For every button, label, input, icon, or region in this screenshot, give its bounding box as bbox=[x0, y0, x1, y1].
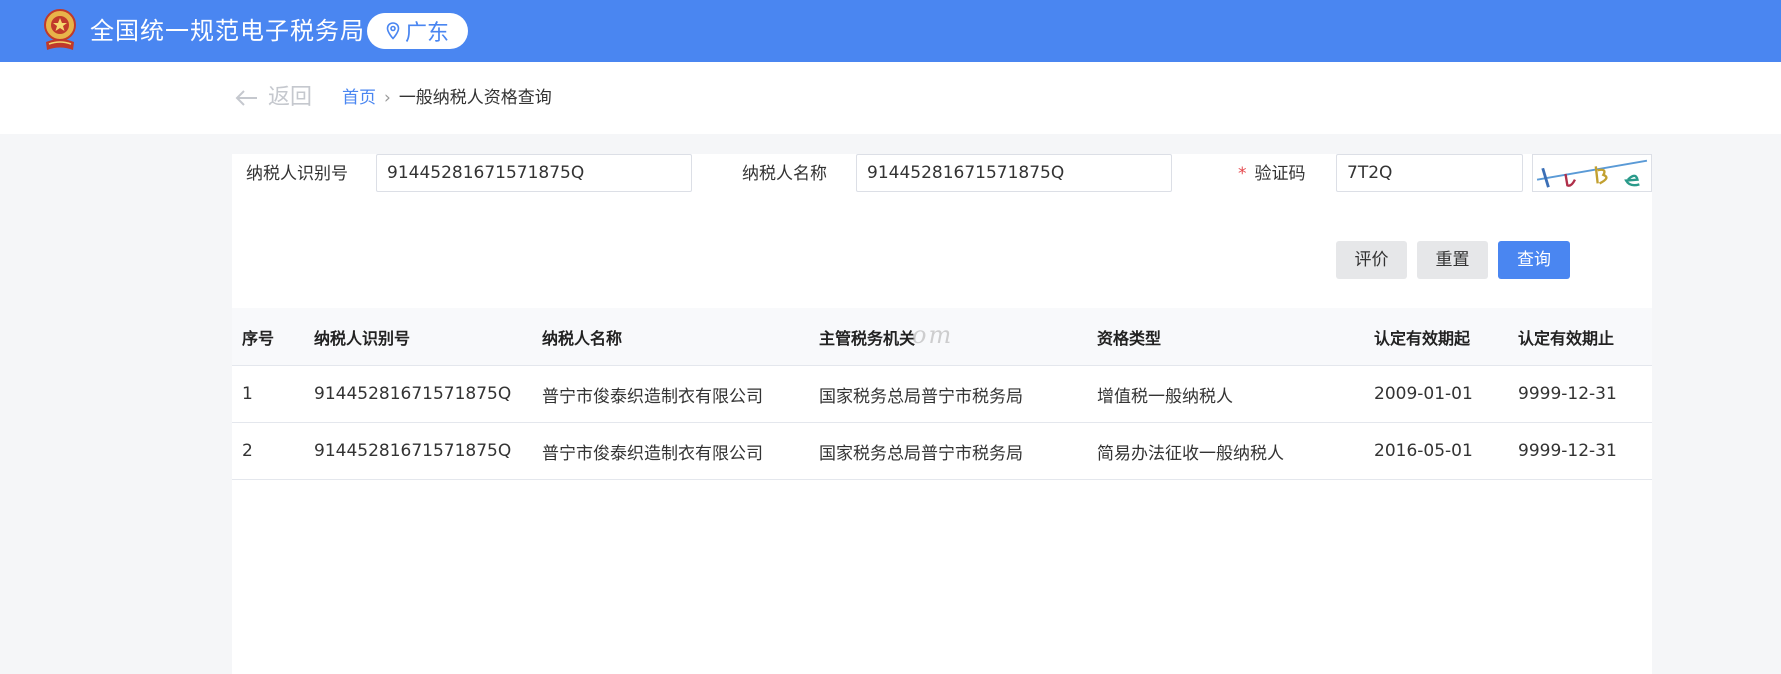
table-row[interactable]: 1 91445281671571875Q 普宁市俊泰织造制衣有限公司 国家税务总… bbox=[232, 366, 1652, 423]
top-bar: 全国统一规范电子税务局 广东 bbox=[0, 0, 1781, 62]
region-selector[interactable]: 广东 bbox=[367, 13, 468, 49]
table-cell: 2 bbox=[242, 441, 253, 461]
arrow-left-icon bbox=[235, 90, 257, 106]
taxpayer-name-label: 纳税人名称 bbox=[742, 164, 827, 184]
table-row[interactable]: 2 91445281671571875Q 普宁市俊泰织造制衣有限公司 国家税务总… bbox=[232, 423, 1652, 480]
table-cell: 简易办法征收一般纳税人 bbox=[1097, 443, 1284, 464]
column-header: 主管税务机关 bbox=[819, 328, 916, 348]
captcha-label-text: 验证码 bbox=[1254, 164, 1306, 184]
table-header: 序号 纳税人识别号 纳税人名称 主管税务机关 资格类型 认定有效期起 认定有效期… bbox=[232, 308, 1652, 366]
table-cell: 2009-01-01 bbox=[1374, 384, 1473, 404]
column-header: 序号 bbox=[242, 328, 275, 348]
captcha-image[interactable] bbox=[1532, 154, 1652, 192]
column-header: 纳税人名称 bbox=[542, 328, 623, 348]
query-button[interactable]: 查询 bbox=[1498, 241, 1570, 279]
captcha-input[interactable] bbox=[1336, 154, 1523, 192]
site-title: 全国统一规范电子税务局 bbox=[90, 17, 365, 45]
breadcrumb-bar: 返回 首页 › 一般纳税人资格查询 bbox=[0, 62, 1781, 134]
taxpayer-id-input[interactable] bbox=[376, 154, 692, 192]
reset-button[interactable]: 重置 bbox=[1417, 241, 1488, 279]
table-cell: 91445281671571875Q bbox=[314, 384, 512, 404]
location-pin-icon bbox=[386, 22, 400, 40]
table-cell: 2016-05-01 bbox=[1374, 441, 1473, 461]
table-cell: 普宁市俊泰织造制衣有限公司 bbox=[542, 386, 763, 407]
back-button[interactable]: 返回 bbox=[234, 84, 312, 112]
region-label: 广东 bbox=[404, 21, 449, 46]
taxpayer-name-input[interactable] bbox=[856, 154, 1172, 192]
column-header: 纳税人识别号 bbox=[314, 328, 411, 348]
back-label: 返回 bbox=[268, 85, 313, 110]
breadcrumb-current: 一般纳税人资格查询 bbox=[398, 88, 552, 108]
breadcrumb-home-link[interactable]: 首页 bbox=[342, 87, 376, 109]
column-header: 认定有效期止 bbox=[1518, 328, 1615, 348]
table-cell: 普宁市俊泰织造制衣有限公司 bbox=[542, 443, 763, 464]
captcha-label: * 验证码 bbox=[1238, 163, 1306, 185]
table-cell: 1 bbox=[242, 384, 253, 404]
table-cell: 9999-12-31 bbox=[1518, 441, 1617, 461]
taxpayer-id-label: 纳税人识别号 bbox=[246, 164, 348, 184]
breadcrumb-separator: › bbox=[384, 88, 391, 108]
query-panel: 纳税人识别号 纳税人名称 * 验证码 评价 重置 查询 序号 纳税人识别号 纳税人… bbox=[232, 154, 1652, 674]
evaluate-button[interactable]: 评价 bbox=[1336, 241, 1407, 279]
table-cell: 9999-12-31 bbox=[1518, 384, 1617, 404]
table-cell: 国家税务总局普宁市税务局 bbox=[819, 386, 1023, 407]
table-cell: 增值税一般纳税人 bbox=[1097, 386, 1233, 407]
table-cell: 91445281671571875Q bbox=[314, 441, 512, 461]
tax-emblem-icon[interactable] bbox=[40, 6, 80, 54]
watermark: om bbox=[912, 321, 954, 349]
breadcrumb: 首页 › 一般纳税人资格查询 bbox=[342, 87, 552, 109]
column-header: 认定有效期起 bbox=[1374, 328, 1471, 348]
table-cell: 国家税务总局普宁市税务局 bbox=[819, 443, 1023, 464]
column-header: 资格类型 bbox=[1097, 328, 1162, 348]
required-mark: * bbox=[1238, 164, 1247, 184]
results-table: 序号 纳税人识别号 纳税人名称 主管税务机关 资格类型 认定有效期起 认定有效期… bbox=[232, 308, 1652, 480]
